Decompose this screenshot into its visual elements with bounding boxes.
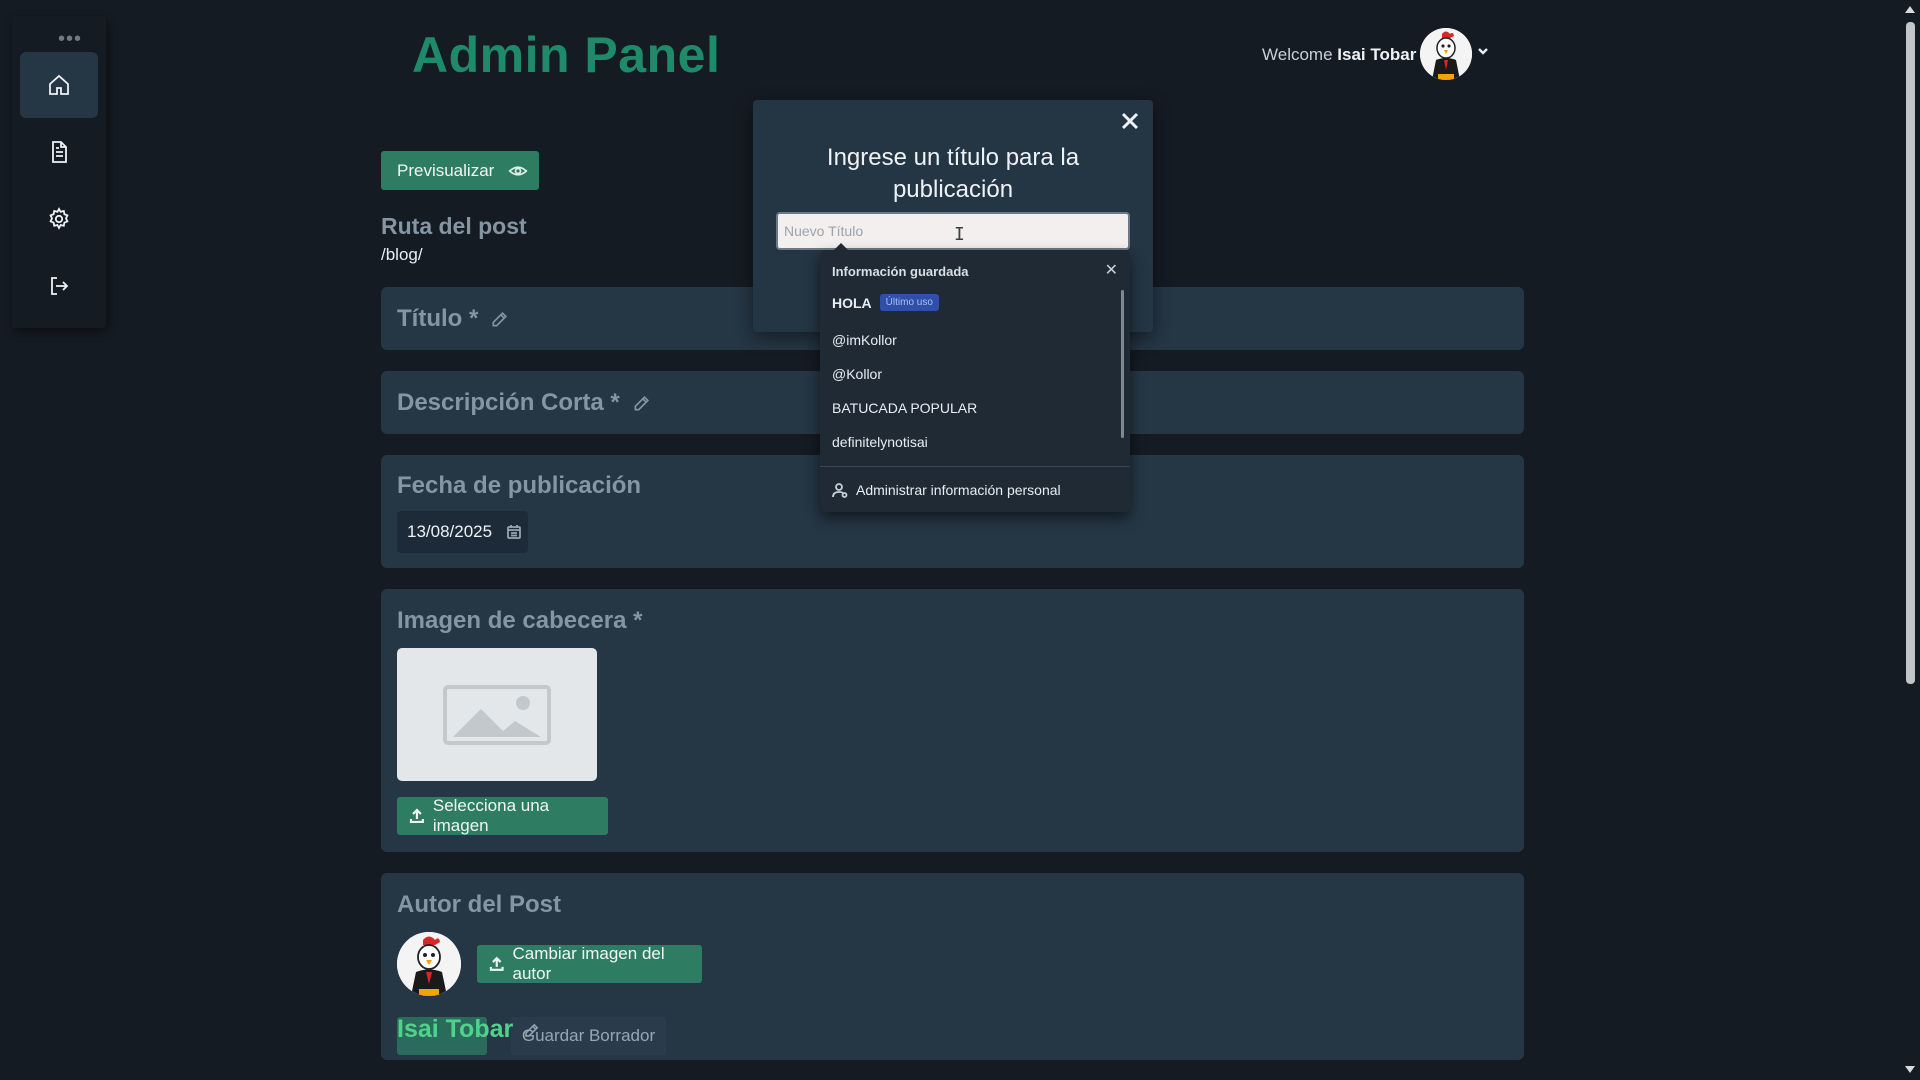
upload-icon [489,956,504,971]
dropdown-arrow [834,243,848,250]
last-used-badge: Último uso [879,294,939,311]
publish-date-value: 13/08/2025 [407,522,493,541]
route-label: Ruta del post [381,213,527,239]
autofill-header: Información guardada [832,264,969,279]
autofill-close-icon[interactable]: ✕ [1105,260,1118,280]
sidebar-item-settings[interactable] [20,186,98,252]
edit-icon[interactable] [632,393,652,413]
close-icon [1121,112,1139,130]
autofill-item[interactable]: BATUCADA POPULAR [832,400,977,416]
user-avatar[interactable] [1420,28,1472,80]
upload-icon [409,808,424,824]
edit-icon[interactable] [523,1021,541,1039]
autofill-dropdown: Información guardada ✕ HOLA Último uso @… [820,243,1130,512]
scroll-down-arrow-icon[interactable] [1905,1066,1915,1073]
logout-icon [51,277,69,295]
app-title: Admin Panel [412,27,721,83]
welcome-text: Welcome Isai Tobar [1262,45,1416,65]
preview-button[interactable]: Previsualizar [381,151,539,190]
modal-close-button[interactable] [1119,110,1141,132]
chevron-down-icon [1478,48,1488,55]
sidebar-item-posts[interactable] [20,119,98,185]
author-section-label: Autor del Post [397,891,562,918]
manage-personal-info-label: Administrar información personal [856,482,1061,498]
change-author-image-button[interactable]: Cambiar imagen del autor [477,944,702,983]
image-placeholder-icon [443,684,551,745]
autofill-divider [820,466,1130,467]
manage-personal-info-link[interactable]: Administrar información personal [832,482,1061,498]
user-menu-chevron[interactable] [1476,44,1490,58]
publish-date-label: Fecha de publicación [397,472,642,499]
scrollbar-thumb[interactable] [1906,22,1915,684]
header-image-preview[interactable] [397,648,597,781]
edit-icon[interactable] [490,309,510,329]
select-image-label: Selecciona una imagen [432,796,550,835]
author-avatar [397,932,461,996]
save-draft-label: Guardar Borrador [521,1026,656,1045]
header-image-label: Imagen de cabecera * [397,607,643,634]
autofill-item[interactable]: definitelynotisai [832,434,928,450]
title-field-label: Título * [397,305,510,333]
author-card: Autor del Post Cambiar imagen del autor … [381,873,1524,1060]
more-dots-icon[interactable]: ••• [58,29,82,49]
page-scrollbar[interactable] [1900,0,1920,1080]
publish-date-input[interactable]: 13/08/2025 [397,511,528,553]
author-name-field[interactable]: Isai Tobar [397,1015,541,1044]
person-settings-icon [832,483,848,498]
short-description-label-text: Descripción Corta * [397,389,620,416]
text-cursor-icon: I [954,224,965,245]
eye-icon [508,165,528,176]
autofill-item-text: @Kollor [832,366,883,382]
autofill-item-text: @imKollor [832,332,897,348]
sidebar: ••• [12,16,106,328]
change-author-image-label: Cambiar imagen del autor [512,944,665,983]
title-label-text: Título * [397,305,479,332]
preview-button-label: Previsualizar [397,160,495,180]
author-name-text: Isai Tobar [397,1015,514,1043]
route-value: /blog/ [381,245,423,264]
sidebar-item-home[interactable] [20,52,98,118]
autofill-item-text: definitelynotisai [832,434,928,450]
select-image-button[interactable]: Selecciona una imagen [397,796,608,835]
header-image-card: Imagen de cabecera * Selecciona una imag… [381,589,1524,852]
home-icon [49,74,69,95]
welcome-user-name: Isai Tobar [1337,45,1417,64]
new-title-input[interactable] [776,212,1130,250]
autofill-item[interactable]: HOLA Último uso [832,294,939,311]
sidebar-item-logout[interactable] [20,253,98,319]
welcome-prefix: Welcome [1262,45,1333,64]
rooster-avatar-icon [397,932,461,996]
calendar-icon[interactable] [506,524,522,540]
document-icon [52,141,67,163]
autofill-item-text: HOLA [832,294,872,311]
autofill-scrollbar[interactable] [1121,290,1124,438]
scroll-up-arrow-icon[interactable] [1905,6,1915,13]
autofill-item[interactable]: @Kollor [832,366,882,382]
rooster-avatar-icon [1420,28,1472,80]
autofill-item[interactable]: @imKollor [832,332,897,348]
gear-icon [49,207,69,230]
autofill-item-text: BATUCADA POPULAR [832,400,978,416]
admin-app: ••• Admin Panel Welcome Isai Tobar Previ… [0,0,1920,1080]
short-description-field-label: Descripción Corta * [397,389,652,417]
modal-heading: Ingrese un título para la publicación [826,144,1080,203]
